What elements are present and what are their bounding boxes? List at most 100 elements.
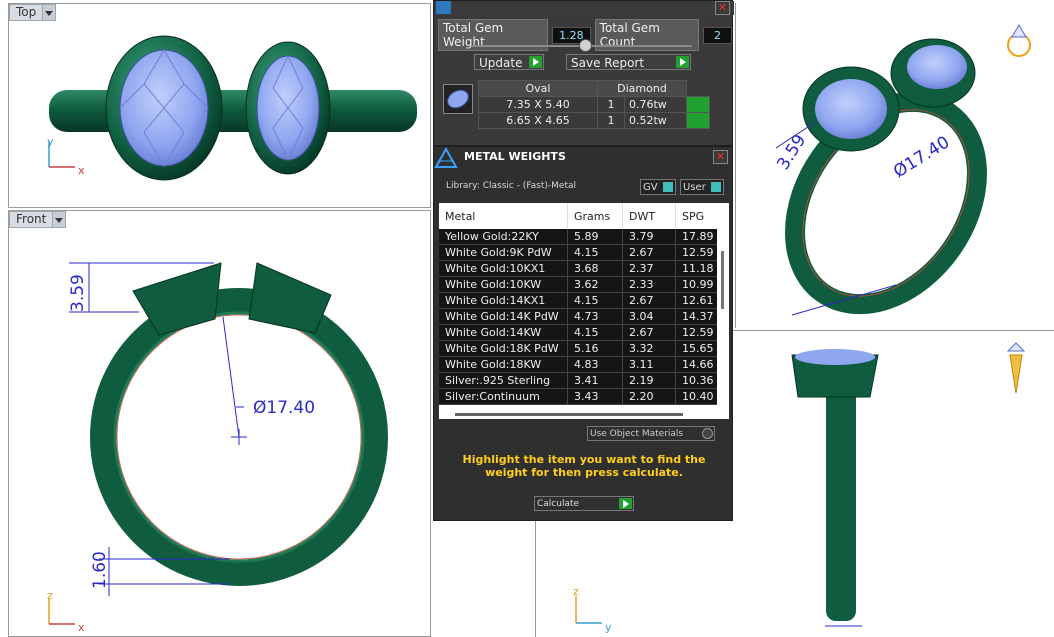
save-report-button[interactable]: Save Report [566, 54, 691, 70]
dim-diameter-label: Ø17.40 [253, 398, 315, 418]
gem-panel-titlebar[interactable] [434, 1, 734, 15]
column-header-dwt[interactable]: DWT [622, 203, 676, 229]
metal-name: White Gold:18KW [439, 356, 568, 373]
gem-row[interactable]: 6.65 X 4.65 1 0.52tw [478, 112, 710, 129]
gem-type-header: Diamond [597, 80, 687, 97]
gem-size: 6.65 X 4.65 [478, 112, 598, 129]
vertical-scrollbar[interactable] [717, 225, 729, 415]
perspective-viewport[interactable]: 3.59 Ø17.40 [735, 3, 1054, 328]
axis-x-label: x [78, 164, 85, 177]
save-report-button-label: Save Report [571, 56, 645, 70]
play-icon [676, 56, 689, 68]
weight-slider-knob[interactable] [579, 39, 592, 52]
axis-z-label: z [47, 589, 53, 602]
metal-name: Yellow Gold:22KY [439, 229, 568, 245]
user-toggle[interactable]: User [680, 179, 724, 195]
grams: 3.41 [567, 372, 623, 389]
play-icon [529, 56, 542, 68]
scroll-thumb[interactable] [721, 251, 724, 309]
horizontal-scrollbar[interactable] [439, 409, 729, 419]
close-icon[interactable]: ✕ [713, 150, 728, 164]
grams: 4.15 [567, 292, 623, 309]
dwt: 2.33 [622, 276, 676, 293]
metal-name: White Gold:10KW [439, 276, 568, 293]
metal-weights-logo-icon [434, 146, 458, 169]
use-object-materials-checkbox[interactable]: Use Object Materials [587, 426, 715, 441]
metal-row[interactable]: Silver:Continuum 3.43 2.20 10.40 [439, 388, 729, 405]
gem-oval-large [815, 79, 887, 139]
metal-name: White Gold:10KX1 [439, 260, 568, 277]
library-label: Library: Classic - (Fast)-Metal [446, 181, 577, 191]
metal-row[interactable]: Yellow Gold:22KY 5.89 3.79 17.89 [439, 229, 729, 245]
metal-name: White Gold:18K PdW [439, 340, 568, 357]
dwt: 2.67 [622, 292, 676, 309]
grams: 5.89 [567, 229, 623, 245]
grams: 3.43 [567, 388, 623, 405]
gem-shape-header: Oval [478, 80, 598, 97]
dwt: 2.67 [622, 244, 676, 261]
metal-row[interactable]: Silver:.925 Sterling 3.41 2.19 10.36 [439, 372, 729, 389]
metal-name: White Gold:14K PdW [439, 308, 568, 325]
dwt: 2.20 [622, 388, 676, 405]
calculate-button-label: Calculate [537, 499, 580, 509]
update-button[interactable]: Update [474, 54, 544, 70]
metal-name: White Gold:14KW [439, 324, 568, 341]
metal-row[interactable]: White Gold:14KX1 4.15 2.67 12.61 [439, 292, 729, 309]
ring-shank-side [826, 381, 856, 621]
gem-weight: 0.52tw [624, 112, 687, 129]
metal-row[interactable]: White Gold:18K PdW 5.16 3.32 15.65 [439, 340, 729, 357]
metal-row[interactable]: White Gold:14KW 4.15 2.67 12.59 [439, 324, 729, 341]
grams: 4.83 [567, 356, 623, 373]
metal-table: Metal Grams DWT SPG Yellow Gold:22KY 5.89… [439, 203, 729, 405]
gem-row[interactable]: 7.35 X 5.40 1 0.76tw [478, 96, 710, 113]
bezel-right [248, 262, 332, 334]
toggle-indicator [711, 182, 721, 192]
column-header-metal[interactable]: Metal [439, 203, 568, 229]
gem-thumbnail-icon[interactable] [443, 84, 473, 114]
gem-size: 7.35 X 5.40 [478, 96, 598, 113]
calculate-hint: Highlight the item you want to find the … [462, 453, 706, 479]
report-icon[interactable] [436, 1, 451, 14]
ring-view-icon[interactable] [1007, 24, 1031, 57]
top-viewport[interactable]: Top y x [8, 3, 431, 208]
update-button-label: Update [479, 56, 523, 70]
gv-toggle-label: GV [643, 182, 658, 193]
metal-table-container[interactable]: Metal Grams DWT SPG Yellow Gold:22KY 5.89… [439, 203, 729, 419]
metal-row[interactable]: White Gold:18KW 4.83 3.11 14.66 [439, 356, 729, 373]
gem-row-play-icon[interactable] [686, 112, 710, 129]
gem-weight: 0.76tw [624, 96, 687, 113]
calculate-button[interactable]: Calculate [534, 496, 634, 511]
metal-weights-panel: METAL WEIGHTS ✕ Library: Classic - (Fast… [433, 146, 733, 521]
gem-view-icon[interactable] [1006, 342, 1026, 394]
dwt: 2.37 [622, 260, 676, 277]
dim-band-label: 1.60 [90, 551, 110, 589]
dim-diameter-leader [222, 316, 240, 438]
front-view-drawing: 3.59 Ø17.40 1.60 z x [47, 262, 388, 634]
front-viewport[interactable]: Front 3.59 Ø17.40 1.60 z x [8, 210, 431, 637]
dim-diameter-label: Ø17.40 [890, 132, 953, 182]
metal-row[interactable]: White Gold:14K PdW 4.73 3.04 14.37 [439, 308, 729, 325]
metal-row[interactable]: White Gold:10KX1 3.68 2.37 11.18 [439, 260, 729, 277]
close-icon[interactable]: ✕ [715, 1, 730, 15]
dwt: 2.19 [622, 372, 676, 389]
dwt: 3.32 [622, 340, 676, 357]
scroll-thumb[interactable] [455, 413, 683, 416]
metal-row[interactable]: White Gold:10KW 3.62 2.33 10.99 [439, 276, 729, 293]
grams: 4.15 [567, 324, 623, 341]
ring-band [49, 90, 417, 132]
top-view-drawing: y x [47, 35, 417, 181]
play-icon [619, 498, 632, 509]
user-toggle-label: User [683, 182, 706, 193]
gem-row-play-icon[interactable] [686, 96, 710, 113]
column-header-grams[interactable]: Grams [567, 203, 623, 229]
dwt: 3.11 [622, 356, 676, 373]
gem-count: 1 [597, 112, 625, 129]
metal-weights-title: METAL WEIGHTS [464, 150, 566, 163]
gem-side [795, 349, 875, 365]
axis-x-label: x [78, 621, 85, 634]
gem-table: Oval Diamond 7.35 X 5.40 1 0.76tw 6.65 X… [478, 80, 710, 129]
metal-row[interactable]: White Gold:9K PdW 4.15 2.67 12.59 [439, 244, 729, 261]
grams: 3.62 [567, 276, 623, 293]
metal-name: White Gold:14KX1 [439, 292, 568, 309]
gv-toggle[interactable]: GV [640, 179, 676, 195]
